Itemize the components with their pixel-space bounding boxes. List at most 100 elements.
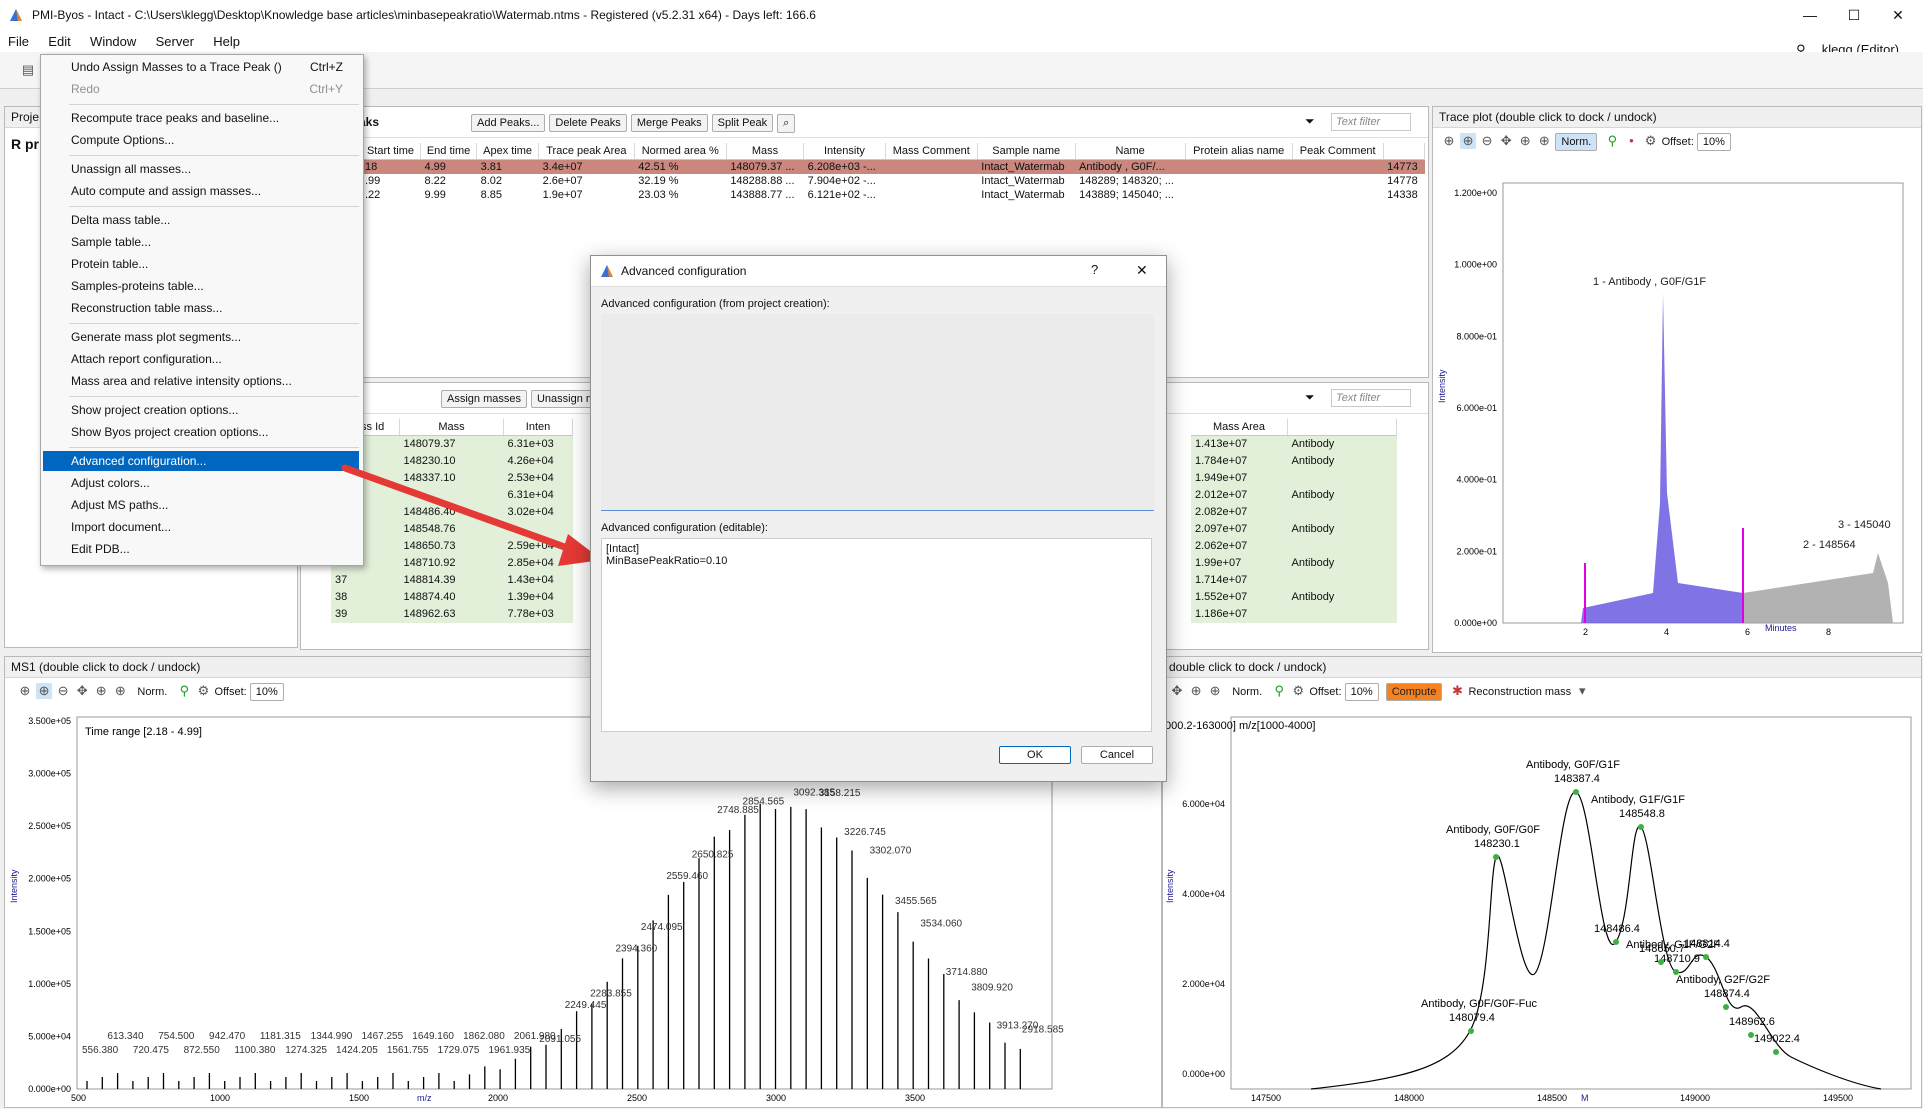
settings-icon[interactable]: ⚙ xyxy=(1643,133,1659,149)
col-apex-time[interactable]: Apex time xyxy=(476,143,540,160)
table-row[interactable]: 2.082e+07 xyxy=(1191,503,1397,521)
edit-menu-item-3[interactable]: Compute Options... xyxy=(43,130,359,150)
pan-icon[interactable]: ✥ xyxy=(1169,683,1185,699)
peaks-text-filter[interactable]: Text filter xyxy=(1331,113,1411,131)
trace-plot-title[interactable]: Trace plot (double click to dock / undoc… xyxy=(1433,107,1921,128)
zoom-x-icon[interactable]: ⊕ xyxy=(1188,683,1204,699)
edit-menu-item-5[interactable]: Auto compute and assign masses... xyxy=(43,181,359,201)
edit-menu-item-20[interactable]: Edit PDB... xyxy=(43,539,359,559)
cancel-button[interactable]: Cancel xyxy=(1081,746,1153,764)
menu-server[interactable]: Server xyxy=(148,30,202,53)
table-row[interactable]: 0148079.376.31e+03 xyxy=(331,435,573,453)
edit-menu-item-6[interactable]: Delta mass table... xyxy=(43,210,359,230)
editable-config-textarea[interactable]: [Intact] MinBasePeakRatio=0.10 xyxy=(601,538,1152,732)
table-row[interactable]: 36148650.732.59e+04 xyxy=(331,537,573,555)
table-row[interactable]: 37 148814.39 1.43e+04 xyxy=(331,571,573,589)
table-row[interactable]: 2.062e+07 xyxy=(1191,537,1397,555)
table-row[interactable]: 148337.10 2.53e+04 xyxy=(331,469,573,487)
edit-menu-item-13[interactable]: Mass area and relative intensity options… xyxy=(43,371,359,391)
merge-peaks-button[interactable]: Merge Peaks xyxy=(630,114,708,132)
edit-menu-item-17[interactable]: Adjust colors... xyxy=(43,473,359,493)
edit-menu-item-9[interactable]: Samples-proteins table... xyxy=(43,276,359,296)
col-end-time[interactable]: End time xyxy=(420,143,478,160)
edit-menu-item-14[interactable]: Show project creation options... xyxy=(43,400,359,420)
col-mass[interactable]: Mass xyxy=(726,143,805,160)
split-peak-button[interactable]: Split Peak xyxy=(711,114,774,132)
edit-menu-item-1[interactable]: Redo Ctrl+Y xyxy=(43,79,359,99)
minimize-button[interactable]: — xyxy=(1790,4,1830,26)
pan-icon[interactable]: ✥ xyxy=(1498,133,1514,149)
zoom-fit-icon[interactable]: ⊕ xyxy=(1441,133,1457,149)
table-row[interactable]: 1.784e+07 Antibody xyxy=(1191,452,1397,470)
add-peaks-button[interactable]: Add Peaks... xyxy=(471,114,546,132)
table-row[interactable]: 1.99e+07 Antibody xyxy=(1191,554,1397,572)
table-row[interactable]: 39 148962.63 7.78e+03 xyxy=(331,605,573,623)
reconstruction-title[interactable]: double click to dock / undock) xyxy=(1163,657,1921,678)
settings-icon[interactable]: ⚙ xyxy=(195,683,211,699)
trace-plot-chart[interactable]: 1.200e+00 1.000e+00 8.000e-01 6.000e-01 4.00… xyxy=(1433,163,1919,643)
table-row[interactable]: .22 9.99 8.85 1.9e+07 23.03 % 143888.77 ... 6.… xyxy=(361,188,1425,202)
offset-input[interactable]: 10% xyxy=(249,683,284,701)
maximize-button[interactable]: ☐ xyxy=(1834,4,1874,26)
col-protein-alias[interactable]: Protein alias name xyxy=(1185,143,1293,160)
edit-menu-item-11[interactable]: Generate mass plot segments... xyxy=(43,327,359,347)
table-row[interactable]: 18 4.99 3.81 3.4e+07 42.51 % 148079.37 ... 6.2… xyxy=(361,159,1425,174)
pan-icon[interactable]: ✥ xyxy=(74,683,90,699)
edit-menu-item-19[interactable]: Import document... xyxy=(43,517,359,537)
offset-input[interactable]: 10% xyxy=(1696,133,1731,151)
table-row[interactable]: 1.552e+07 Antibody xyxy=(1191,588,1397,606)
table-row[interactable]: 2.097e+07 Antibody xyxy=(1191,520,1397,538)
zoom-fit-icon[interactable]: ⊕ xyxy=(17,683,33,699)
find-icon[interactable]: ⚲ xyxy=(1271,683,1287,699)
zoom-y-icon[interactable]: ⊕ xyxy=(1536,133,1552,149)
zoom-y-icon[interactable]: ⊕ xyxy=(112,683,128,699)
table-row[interactable]: 36148710.922.85e+04 xyxy=(331,554,573,572)
norm-button[interactable]: Norm. xyxy=(1555,133,1598,151)
table-row[interactable]: 6.31e+04 xyxy=(331,486,573,504)
peak-pick-icon[interactable]: ✱ xyxy=(1449,683,1465,699)
edit-menu-item-10[interactable]: Reconstruction table mass... xyxy=(43,298,359,318)
col-extra[interactable] xyxy=(1383,143,1426,160)
edit-menu-item-15[interactable]: Show Byos project creation options... xyxy=(43,422,359,442)
table-row[interactable]: 148486.40 3.02e+04 xyxy=(331,503,573,521)
find-icon[interactable]: ⚲ xyxy=(1604,133,1620,149)
edit-menu-item-0[interactable]: Undo Assign Masses to a Trace Peak () Ctr… xyxy=(43,57,359,77)
delete-peaks-button[interactable]: Delete Peaks xyxy=(549,114,627,132)
table-row[interactable]: 1.186e+07 xyxy=(1191,605,1397,623)
dialog-help-button[interactable]: ? xyxy=(1091,262,1098,277)
table-row[interactable]: 148548.76 xyxy=(331,520,573,538)
col-normed-area[interactable]: Normed area % xyxy=(634,143,727,160)
menu-file[interactable]: File xyxy=(0,30,37,53)
settings-icon[interactable]: ⚙ xyxy=(1290,683,1306,699)
edit-menu-item-16[interactable]: Advanced configuration... xyxy=(43,451,359,471)
reconstruction-chart[interactable]: 000.2-163000] m/z[1000-4000] 6.000e+04 4.0… xyxy=(1163,711,1919,1105)
table-row[interactable]: 1.949e+07 xyxy=(1191,469,1397,487)
save-icon[interactable]: ▤ xyxy=(20,62,36,78)
offset-input[interactable]: 10% xyxy=(1344,683,1379,701)
col-mass[interactable]: Mass xyxy=(399,419,504,436)
table-row[interactable]: 38 148874.40 1.39e+04 xyxy=(331,588,573,606)
table-row[interactable]: 1.413e+07 Antibody xyxy=(1191,435,1397,453)
edit-menu-item-2[interactable]: Recompute trace peaks and baseline... xyxy=(43,108,359,128)
edit-menu-item-4[interactable]: Unassign all masses... xyxy=(43,159,359,179)
edit-menu-item-8[interactable]: Protein table... xyxy=(43,254,359,274)
menu-edit[interactable]: Edit xyxy=(40,30,78,53)
zoom-x-icon[interactable]: ⊕ xyxy=(1517,133,1533,149)
col-protein[interactable] xyxy=(1287,419,1397,436)
masses-text-filter[interactable]: Text filter xyxy=(1331,389,1411,407)
zoom-out-icon[interactable]: ⊖ xyxy=(1479,133,1495,149)
col-peak-comment[interactable]: Peak Comment xyxy=(1292,143,1384,160)
reconstruction-mode-select[interactable]: Reconstruction mass xyxy=(1468,686,1571,698)
table-row[interactable]: 148230.10 4.26e+04 xyxy=(331,452,573,470)
norm-button[interactable]: Norm. xyxy=(137,686,167,698)
menu-window[interactable]: Window xyxy=(82,30,144,53)
col-trace-peak-area[interactable]: Trace peak Area xyxy=(538,143,635,160)
table-row[interactable]: .99 8.22 8.02 2.6e+07 32.19 % 148288.88 ... 7.… xyxy=(361,174,1425,188)
zoom-in-icon[interactable]: ⊕ xyxy=(36,683,53,699)
find-icon[interactable]: ⚲ xyxy=(176,683,192,699)
col-start-time[interactable]: Start time xyxy=(361,143,421,160)
line-style-icon[interactable]: • xyxy=(1623,133,1639,149)
table-row[interactable]: 1.714e+07 xyxy=(1191,571,1397,589)
edit-menu-item-12[interactable]: Attach report configuration... xyxy=(43,349,359,369)
zoom-y-icon[interactable]: ⊕ xyxy=(1207,683,1223,699)
